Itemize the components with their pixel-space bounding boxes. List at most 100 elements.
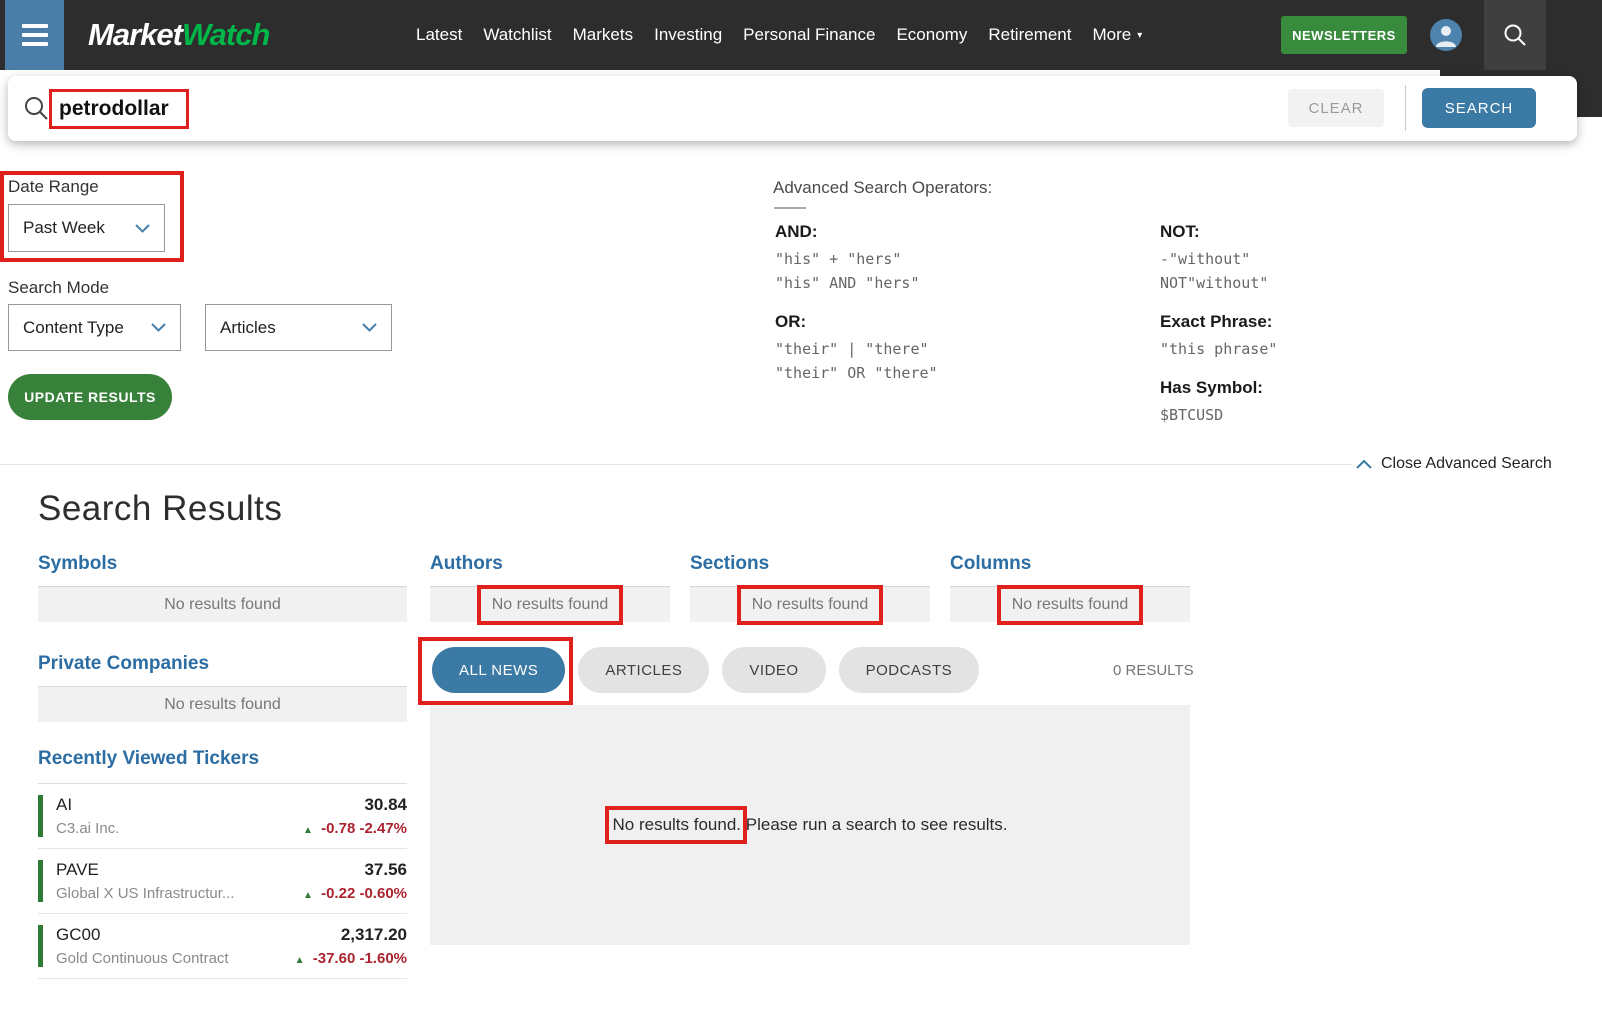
empty-message-highlight: No results found.	[613, 815, 742, 835]
ticker-price: 30.84	[303, 795, 407, 815]
user-avatar-icon	[1430, 19, 1462, 51]
content-type-select[interactable]: Content Type	[8, 304, 181, 351]
nav-item-retirement[interactable]: Retirement	[988, 25, 1071, 45]
logo-text-market: Market	[88, 17, 182, 53]
tab-articles[interactable]: ARTICLES	[578, 647, 709, 693]
operator-example: "this phrase"	[1160, 337, 1560, 361]
article-type-value: Articles	[220, 318, 276, 338]
date-range-value: Past Week	[23, 218, 105, 238]
operator-group-has-symbol: Has Symbol: $BTCUSD	[1160, 378, 1560, 427]
ticker-change: ▲ -0.78 -2.47%	[303, 820, 407, 837]
newsletters-button[interactable]: NEWSLETTERS	[1281, 16, 1407, 54]
title-underline	[774, 207, 806, 209]
private-companies-heading: Private Companies	[38, 653, 407, 675]
chevron-down-icon: ▾	[1137, 30, 1142, 41]
chevron-down-icon	[151, 323, 166, 332]
ticker-price: 2,317.20	[295, 925, 407, 945]
nav-item-more[interactable]: More ▾	[1092, 25, 1142, 45]
operator-heading: OR:	[775, 312, 1155, 332]
tab-all-news[interactable]: ALL NEWS	[432, 647, 565, 693]
marketwatch-logo[interactable]: MarketWatch	[88, 0, 269, 70]
authors-no-results-annotated: No results found	[492, 596, 609, 614]
operator-heading: Has Symbol:	[1160, 378, 1560, 398]
main-nav: Latest Watchlist Markets Investing Perso…	[416, 0, 1142, 70]
nav-item-latest[interactable]: Latest	[416, 25, 462, 45]
search-button[interactable]: SEARCH	[1422, 88, 1536, 128]
columns-column: Columns No results found	[950, 553, 1190, 622]
authors-column: Authors No results found	[430, 553, 670, 622]
search-input[interactable]	[52, 97, 180, 121]
sections-column: Sections No results found	[690, 553, 930, 622]
news-filter-tabs: ALL NEWS ARTICLES VIDEO PODCASTS	[432, 647, 979, 693]
operator-example: "their" OR "there"	[775, 361, 1155, 385]
columns-no-results-annotated: No results found	[1012, 596, 1129, 614]
operator-group-not: NOT: -"without" NOT"without"	[1160, 222, 1560, 295]
ticker-company-name: C3.ai Inc.	[56, 820, 303, 837]
tab-video[interactable]: VIDEO	[722, 647, 825, 693]
operators-column-left: AND: "his" + "hers" "his" AND "hers" OR:…	[775, 222, 1155, 402]
hamburger-menu-icon	[22, 24, 48, 28]
operator-example: "their" | "there"	[775, 337, 1155, 361]
article-type-select[interactable]: Articles	[205, 304, 392, 351]
chevron-down-icon	[135, 224, 150, 233]
update-results-button[interactable]: UPDATE RESULTS	[8, 374, 172, 420]
authors-heading: Authors	[430, 553, 670, 575]
search-icon	[1502, 22, 1528, 48]
symbols-no-results-bar: No results found	[38, 586, 407, 622]
nav-item-economy[interactable]: Economy	[896, 25, 967, 45]
ticker-change: ▲ -0.22 -0.60%	[303, 885, 407, 902]
hamburger-menu-button[interactable]	[5, 0, 64, 70]
tab-podcasts[interactable]: PODCASTS	[839, 647, 980, 693]
ticker-symbol: AI	[56, 795, 303, 815]
operator-heading: AND:	[775, 222, 1155, 242]
chevron-up-icon	[1356, 459, 1372, 469]
empty-message-rest: Please run a search to see results.	[746, 815, 1008, 835]
chevron-down-icon	[362, 323, 377, 332]
results-middle-columns: Authors No results found Sections No res…	[430, 553, 1190, 622]
content-type-value: Content Type	[23, 318, 124, 338]
profile-avatar-button[interactable]	[1430, 19, 1462, 51]
ticker-info: AI C3.ai Inc.	[56, 795, 303, 837]
operator-example: "his" + "hers"	[775, 247, 1155, 271]
date-range-select[interactable]: Past Week	[8, 204, 165, 252]
change-percent: -2.47%	[359, 820, 407, 837]
hamburger-menu-icon	[22, 42, 48, 46]
close-advanced-search-label: Close Advanced Search	[1381, 455, 1552, 473]
ticker-accent-bar	[38, 795, 43, 837]
nav-item-investing[interactable]: Investing	[654, 25, 722, 45]
divider	[1405, 85, 1406, 131]
ticker-quote: 37.56 ▲ -0.22 -0.60%	[303, 860, 407, 902]
sections-heading: Sections	[690, 553, 930, 575]
operator-heading: Exact Phrase:	[1160, 312, 1560, 332]
hamburger-menu-icon	[22, 33, 48, 37]
close-advanced-search-link[interactable]: Close Advanced Search	[1356, 455, 1552, 473]
operator-group-exact-phrase: Exact Phrase: "this phrase"	[1160, 312, 1560, 361]
operators-column-right: NOT: -"without" NOT"without" Exact Phras…	[1160, 222, 1560, 444]
clear-button[interactable]: CLEAR	[1288, 89, 1384, 127]
header-search-button[interactable]	[1484, 0, 1546, 70]
change-value: -37.60	[313, 950, 356, 967]
ticker-row-ai[interactable]: AI C3.ai Inc. 30.84 ▲ -0.78 -2.47%	[38, 784, 407, 849]
empty-results-panel: No results found. Please run a search to…	[430, 705, 1190, 945]
top-nav-bar: MarketWatch Latest Watchlist Markets Inv…	[0, 0, 1602, 70]
ticker-company-name: Gold Continuous Contract	[56, 950, 295, 967]
change-value: -0.22	[321, 885, 355, 902]
ticker-row-gc00[interactable]: GC00 Gold Continuous Contract 2,317.20 ▲…	[38, 914, 407, 979]
annotation-box-search-query	[49, 89, 189, 129]
nav-item-watchlist[interactable]: Watchlist	[483, 25, 551, 45]
private-companies-no-results-bar: No results found	[38, 686, 407, 722]
ticker-symbol: GC00	[56, 925, 295, 945]
change-percent: -0.60%	[359, 885, 407, 902]
nav-item-personal-finance[interactable]: Personal Finance	[743, 25, 875, 45]
nav-item-markets[interactable]: Markets	[573, 25, 633, 45]
change-value: -0.78	[321, 820, 355, 837]
ticker-accent-bar	[38, 860, 43, 902]
operator-example: -"without"	[1160, 247, 1560, 271]
section-divider	[0, 464, 1352, 465]
ticker-row-pave[interactable]: PAVE Global X US Infrastructur... 37.56 …	[38, 849, 407, 914]
search-mode-label: Search Mode	[8, 278, 109, 298]
triangle-up-icon: ▲	[295, 955, 305, 966]
columns-heading: Columns	[950, 553, 1190, 575]
operator-example: "his" AND "hers"	[775, 271, 1155, 295]
advanced-operators-title: Advanced Search Operators:	[773, 178, 992, 198]
